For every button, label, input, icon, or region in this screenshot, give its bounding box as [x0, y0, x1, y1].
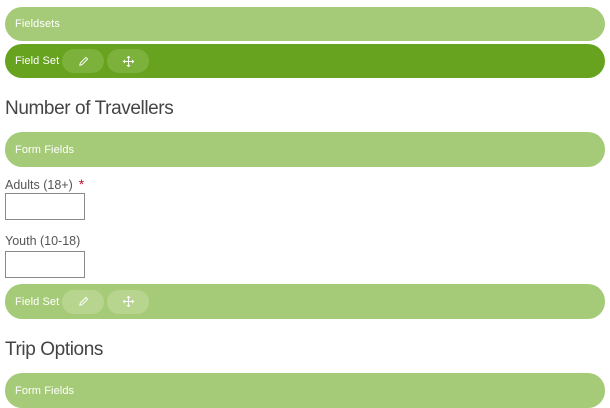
fieldset-label: Field Set [15, 295, 60, 308]
move-button[interactable] [107, 49, 150, 73]
fieldsets-bar[interactable]: Fieldsets [5, 7, 605, 41]
section-title-trip-options: Trip Options [5, 339, 103, 360]
fieldsets-label: Fieldsets [15, 18, 60, 30]
move-icon [122, 55, 135, 67]
youth-input[interactable] [5, 251, 85, 278]
pencil-icon [78, 296, 89, 306]
edit-button[interactable] [62, 289, 105, 314]
form-fields-bar[interactable]: Form Fields [5, 132, 605, 167]
adults-label-text: Adults (18+) [5, 178, 73, 192]
fieldset-label: Field Set [15, 55, 60, 67]
adults-label: Adults (18+) * [5, 176, 84, 192]
fieldset-bar-2[interactable]: Field Set [5, 284, 605, 319]
required-marker: * [78, 176, 85, 192]
move-icon [122, 295, 135, 308]
form-fields-bar[interactable]: Form Fields [5, 373, 605, 408]
pencil-icon [78, 56, 89, 66]
move-button[interactable] [107, 289, 150, 314]
form-fields-label: Form Fields [15, 143, 75, 156]
youth-label: Youth (10-18) [5, 234, 81, 248]
fieldset-bar-1[interactable]: Field Set [5, 44, 605, 78]
adults-input[interactable] [5, 193, 85, 220]
section-title-travellers: Number of Travellers [5, 98, 174, 119]
form-fields-label: Form Fields [15, 384, 75, 397]
edit-button[interactable] [62, 49, 105, 73]
